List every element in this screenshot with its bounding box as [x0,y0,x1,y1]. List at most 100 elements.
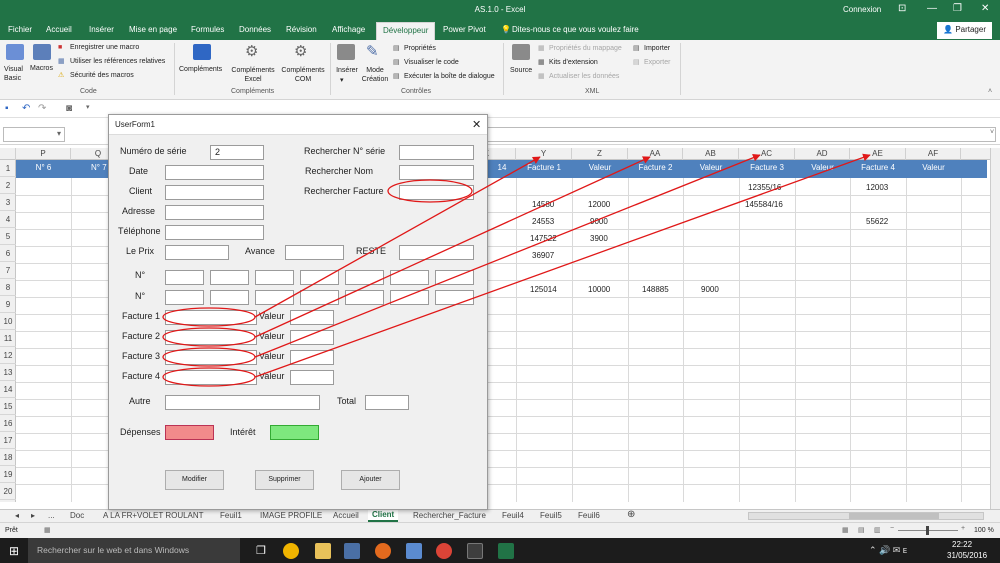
invoice-1-input[interactable] [165,310,257,325]
row-header[interactable]: 12 [0,347,16,364]
app-icon[interactable] [467,543,483,559]
normal-view-icon[interactable]: ▦ [842,526,849,534]
xml-source-button[interactable]: Source [510,67,532,74]
tell-me-search-icon[interactable]: 💡 [501,25,511,34]
tab-home[interactable]: Accueil [46,25,72,34]
row-header[interactable]: 20 [0,483,16,500]
number-input[interactable] [255,270,294,285]
redo-icon[interactable]: ↷ [38,103,46,114]
cell-z4[interactable]: 9000 [590,217,608,226]
other-input[interactable] [165,395,320,410]
zoom-out-icon[interactable]: − [890,525,894,532]
app-icon[interactable] [344,543,360,559]
col-header-af[interactable]: AF [906,148,961,160]
search-name-input[interactable] [399,165,474,180]
row-header[interactable]: 4 [0,211,16,228]
camera-icon[interactable]: ◙ [66,103,72,114]
name-box-dropdown-icon[interactable]: ▾ [57,129,61,138]
row-header[interactable]: 2 [0,177,16,194]
row-header[interactable]: 13 [0,364,16,381]
chrome-icon[interactable] [436,543,452,559]
cell-y5[interactable]: 147522 [530,234,557,243]
search-serial-input[interactable] [399,145,474,160]
row-header[interactable]: 9 [0,296,16,313]
cell-z8[interactable]: 10000 [588,285,610,294]
restore-icon[interactable]: ❐ [953,3,962,14]
invoice-3-input[interactable] [165,350,257,365]
tab-power-pivot[interactable]: Power Pivot [443,25,486,34]
expand-formula-icon[interactable]: ˅ [990,129,994,136]
number-input[interactable] [165,270,204,285]
zoom-level[interactable]: 100 % [974,527,994,534]
client-input[interactable] [165,185,264,200]
macros-button[interactable]: Macros [30,65,53,72]
macro-recording-icon[interactable]: ▦ [44,526,51,534]
number-input[interactable] [300,290,339,305]
number-input[interactable] [255,290,294,305]
invoice-2-input[interactable] [165,330,257,345]
price-input[interactable] [165,245,229,260]
number-input[interactable] [345,290,384,305]
header-cell-ad[interactable]: Valeur [795,163,850,172]
sheet-tab-feuil6[interactable]: Feuil6 [578,511,600,520]
row-header[interactable]: 15 [0,398,16,415]
col-header-p[interactable]: P [16,148,71,160]
row-header[interactable]: 1 [0,160,16,177]
col-header-ad[interactable]: AD [795,148,850,160]
cell-y4[interactable]: 24553 [532,217,554,226]
cell-z5[interactable]: 3900 [590,234,608,243]
task-view-icon[interactable]: ❐ [256,544,266,557]
page-break-icon[interactable]: ▥ [874,526,881,534]
row-header[interactable]: 14 [0,381,16,398]
col-header-ac[interactable]: AC [739,148,795,160]
value-4-input[interactable] [290,370,334,385]
value-1-input[interactable] [290,310,334,325]
number-input[interactable] [300,270,339,285]
total-input[interactable] [365,395,409,410]
sheet-tab-rechercher-facture[interactable]: Rechercher_Facture [413,511,486,520]
system-tray-icons[interactable]: ⌃ 🔊 ✉ ᴇ [869,545,907,556]
number-input[interactable] [435,270,474,285]
number-input[interactable] [390,270,429,285]
value-3-input[interactable] [290,350,334,365]
store-icon[interactable] [193,44,211,60]
excel-taskbar-icon[interactable] [498,543,514,559]
view-code-button[interactable]: Visualiser le code [404,59,459,66]
cell-ae2[interactable]: 12003 [866,183,888,192]
row-header[interactable]: 8 [0,279,16,296]
properties-button[interactable]: Propriétés [404,45,436,52]
sheet-tab-client[interactable]: Client [368,510,399,522]
undo-icon[interactable]: ↶ [22,103,30,114]
xml-source-icon[interactable] [512,44,530,60]
customize-qat-icon[interactable]: ▾ [86,103,90,111]
delete-button[interactable]: Supprimer [255,470,314,490]
number-input[interactable] [165,290,204,305]
row-header[interactable]: 18 [0,449,16,466]
row-header[interactable]: 7 [0,262,16,279]
visual-basic-button[interactable]: Visual Basic [4,65,28,83]
col-header-z[interactable]: Z [572,148,628,160]
search-invoice-input[interactable] [399,185,474,200]
app-icon[interactable] [406,543,422,559]
name-box[interactable]: ▾ [3,127,65,142]
collapse-ribbon-icon[interactable]: ˄ [988,88,992,95]
phone-input[interactable] [165,225,264,240]
save-icon[interactable]: ▪ [5,103,9,114]
rest-input[interactable] [399,245,474,260]
sheet-tab-accueil[interactable]: Accueil [333,511,359,520]
sheet-tab-feuil5[interactable]: Feuil5 [540,511,562,520]
new-sheet-icon[interactable]: ⊕ [627,509,635,520]
horizontal-scroll-thumb[interactable] [849,513,939,519]
cell-aa8[interactable]: 148885 [642,285,669,294]
header-cell-aa[interactable]: Facture 2 [628,163,683,172]
com-addins-button[interactable]: Compléments COM [278,66,328,84]
addins-button[interactable]: Compléments [179,66,222,73]
serial-input[interactable]: 2 [210,145,264,160]
sheet-tab-more[interactable]: ... [48,511,55,520]
cell-y6[interactable]: 36907 [532,251,554,260]
next-sheet-icon[interactable]: ▸ [31,511,35,520]
advance-input[interactable] [285,245,344,260]
col-header-y[interactable]: Y [516,148,572,160]
header-cell-ae[interactable]: Facture 4 [850,163,906,172]
header-cell-y[interactable]: Facture 1 [516,163,572,172]
